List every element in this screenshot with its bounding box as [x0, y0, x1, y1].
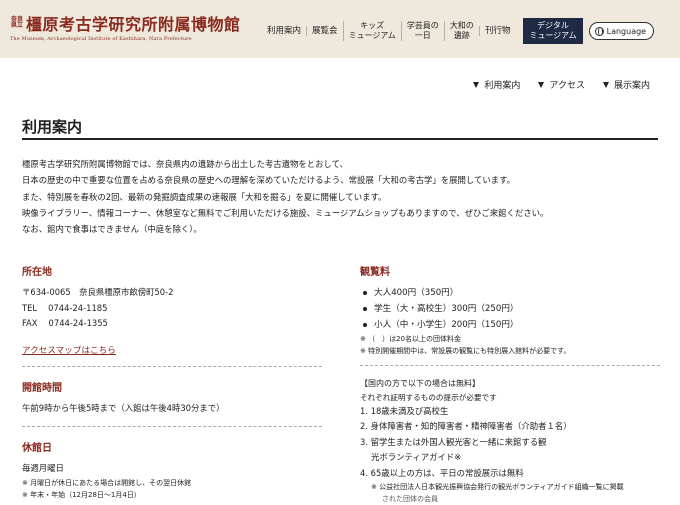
nav-item-curator-day[interactable]: 学芸員の 一日: [400, 21, 444, 41]
logo-english-name: The Museum, Archaeological Institute of …: [10, 36, 192, 42]
free-item-line: 1. 18歳未満及び高校生: [360, 405, 449, 416]
free-item-line: 光ボランティアガイド※: [371, 452, 462, 462]
closed-heading: 休館日: [22, 443, 52, 454]
closed-note: ※ 月曜日が休日にあたる場合は開館し、その翌日休館: [22, 478, 192, 487]
logo-prefix: 奈良 県立: [10, 17, 24, 29]
free-admission-item: 1. 18歳未満及び高校生: [360, 404, 660, 420]
nav-item-kids-museum[interactable]: キッズ ミュージアム: [342, 21, 401, 41]
tel-text: TEL 0744-24-1185: [22, 302, 108, 313]
free-admission-subtitle: それぞれ証明するものの提示が必要です: [360, 392, 497, 402]
nav-label: キッズ: [360, 21, 385, 30]
bullet-dot-icon: [363, 323, 367, 327]
intro-line: 映像ライブラリー、情報コーナー、休憩室など無料でご利用いただける施設、ミュージア…: [22, 207, 549, 218]
nav-label: 展覧会: [312, 26, 338, 36]
page-local-nav: 利用案内 アクセス 展示案内: [473, 78, 650, 91]
nav-label: 一日: [414, 31, 431, 40]
section-divider: [22, 365, 322, 367]
intro-text: 橿原考古学研究所附属博物館では、奈良県内の遺跡から出土した考古遺物をとおして、 …: [22, 156, 658, 237]
triangle-down-icon: [473, 81, 480, 88]
admission-item-label: 大人400円（350円）: [374, 288, 459, 298]
triangle-down-icon: [538, 81, 545, 88]
globe-icon: [594, 26, 604, 36]
info-right-column: 観覧料 大人400円（350円） 学生（大・高校生）300円（250円） 小人（…: [360, 263, 660, 505]
localnav-item-guide[interactable]: 利用案内: [473, 78, 520, 91]
admission-item-label: 学生（大・高校生）300円（250円）: [374, 304, 519, 314]
localnav-label: アクセス: [549, 81, 585, 91]
nav-label: 学芸員の: [406, 21, 439, 30]
digital-museum-button[interactable]: デジタル ミュージアム: [523, 18, 583, 44]
localnav-item-access[interactable]: アクセス: [538, 78, 585, 91]
fax-text: FAX 0744-24-1355: [22, 318, 108, 328]
section-divider: [22, 426, 322, 427]
nav-label: 大和の: [449, 21, 474, 30]
logo-name: 橿原考古学研究所附属博物館: [26, 15, 241, 34]
nav-item-publications[interactable]: 刊行物: [478, 26, 516, 36]
free-item-line: 3. 留学生または外国人観光客と一緒に来館する観: [360, 436, 547, 447]
section-divider: [360, 365, 660, 366]
title-divider: [22, 138, 658, 140]
site-logo[interactable]: 奈良 県立 橿原考古学研究所附属博物館 The Museum, Archaeol…: [10, 11, 241, 42]
free-admission-item: 4. 65歳以上の方は、平日の常設展示は無料: [360, 466, 660, 482]
nav-label: デジタル: [537, 21, 569, 30]
intro-line: なお、館内で食事はできません（中庭を除く）。: [22, 224, 202, 235]
page-title: 利用案内: [22, 118, 83, 136]
admission-item: 小人（中・小学生）200円（150円）: [360, 317, 660, 333]
nav-item-guide[interactable]: 利用案内: [262, 26, 306, 36]
nav-label: 刊行物: [484, 26, 511, 36]
global-nav: 利用案内 展覧会 キッズ ミュージアム 学芸員の 一日 大和の 遺跡 刊行物 デジタル…: [262, 18, 655, 44]
info-left-column: 所在地 〒634-0065 奈良県橿原市畝傍町50-2 TEL 0744-24-…: [22, 263, 322, 501]
admission-item: 大人400円（350円）: [360, 285, 660, 301]
intro-line: 橿原考古学研究所附属博物館では、奈良県内の遺跡から出土した考古遺物をとおして、: [22, 159, 348, 169]
localnav-label: 展示案内: [613, 81, 650, 91]
language-label: Language: [606, 26, 647, 36]
nav-item-exhibitions[interactable]: 展覧会: [306, 26, 343, 36]
bullet-dot-icon: [363, 291, 367, 295]
localnav-item-exhibits[interactable]: 展示案内: [602, 78, 650, 91]
intro-line: また、特別展を春秋の2回、最新の発掘調査成果の速報展「大和を掘る」を夏に開催して…: [22, 191, 387, 202]
admission-note: ※ （ ）は20名以上の団体料金: [360, 335, 461, 343]
closed-text: 毎週月曜日: [22, 463, 64, 473]
nav-label: ミュージアム: [348, 31, 396, 40]
admission-heading: 観覧料: [360, 267, 390, 278]
free-admission-item: 3. 留学生または外国人観光客と一緒に来館する観光ボランティアガイド※: [360, 435, 660, 466]
hours-text: 午前9時から午後5時まで（入館は午後4時30分まで）: [22, 402, 225, 413]
admission-item-label: 小人（中・小学生）200円（150円）: [374, 320, 519, 330]
free-item-line: 4. 65歳以上の方は、平日の常設展示は無料: [360, 467, 524, 478]
nav-label: ミュージアム: [529, 31, 577, 40]
nav-label: 利用案内: [267, 26, 302, 36]
address-text: 〒634-0065 奈良県橿原市畝傍町50-2: [22, 287, 174, 297]
free-item-line: 2. 身体障害者・知的障害者・精神障害者（介助者１名）: [360, 421, 572, 431]
free-admission-note: ※ 公益社団法人日本観光振興協会発行の観光ボランティアガイド組織一覧に掲載: [371, 483, 624, 491]
bullet-dot-icon: [363, 307, 367, 311]
free-admission-title: 【国内の方で以下の場合は無料】: [360, 379, 480, 388]
free-admission-item: 2. 身体障害者・知的障害者・精神障害者（介助者１名）: [360, 419, 660, 435]
closed-note: ※ 年末・年始（12月28日～1月4日）: [22, 490, 141, 499]
admission-note: ※ 特別開催期間中は、常設展の観覧にも特別展入館料が必要です。: [360, 347, 571, 355]
nav-label: 遺跡: [453, 31, 470, 40]
intro-line: 日本の歴史の中で重要な位置を占める奈良県の歴史への理解を深めていただけるよう、常…: [22, 175, 516, 186]
free-admission-note: された団体の会員: [382, 495, 438, 503]
site-header: 奈良 県立 橿原考古学研究所附属博物館 The Museum, Archaeol…: [0, 0, 680, 58]
nav-item-yamato-sites[interactable]: 大和の 遺跡: [443, 21, 479, 41]
language-button[interactable]: Language: [588, 22, 655, 40]
access-map-link[interactable]: アクセスマップはこちら: [22, 346, 116, 356]
triangle-down-icon: [602, 81, 609, 88]
admission-item: 学生（大・高校生）300円（250円）: [360, 301, 660, 317]
hours-heading: 開館時間: [22, 382, 62, 394]
location-heading: 所在地: [22, 267, 52, 278]
logo-prefix-bottom: 県立: [10, 22, 23, 29]
localnav-label: 利用案内: [484, 81, 521, 91]
